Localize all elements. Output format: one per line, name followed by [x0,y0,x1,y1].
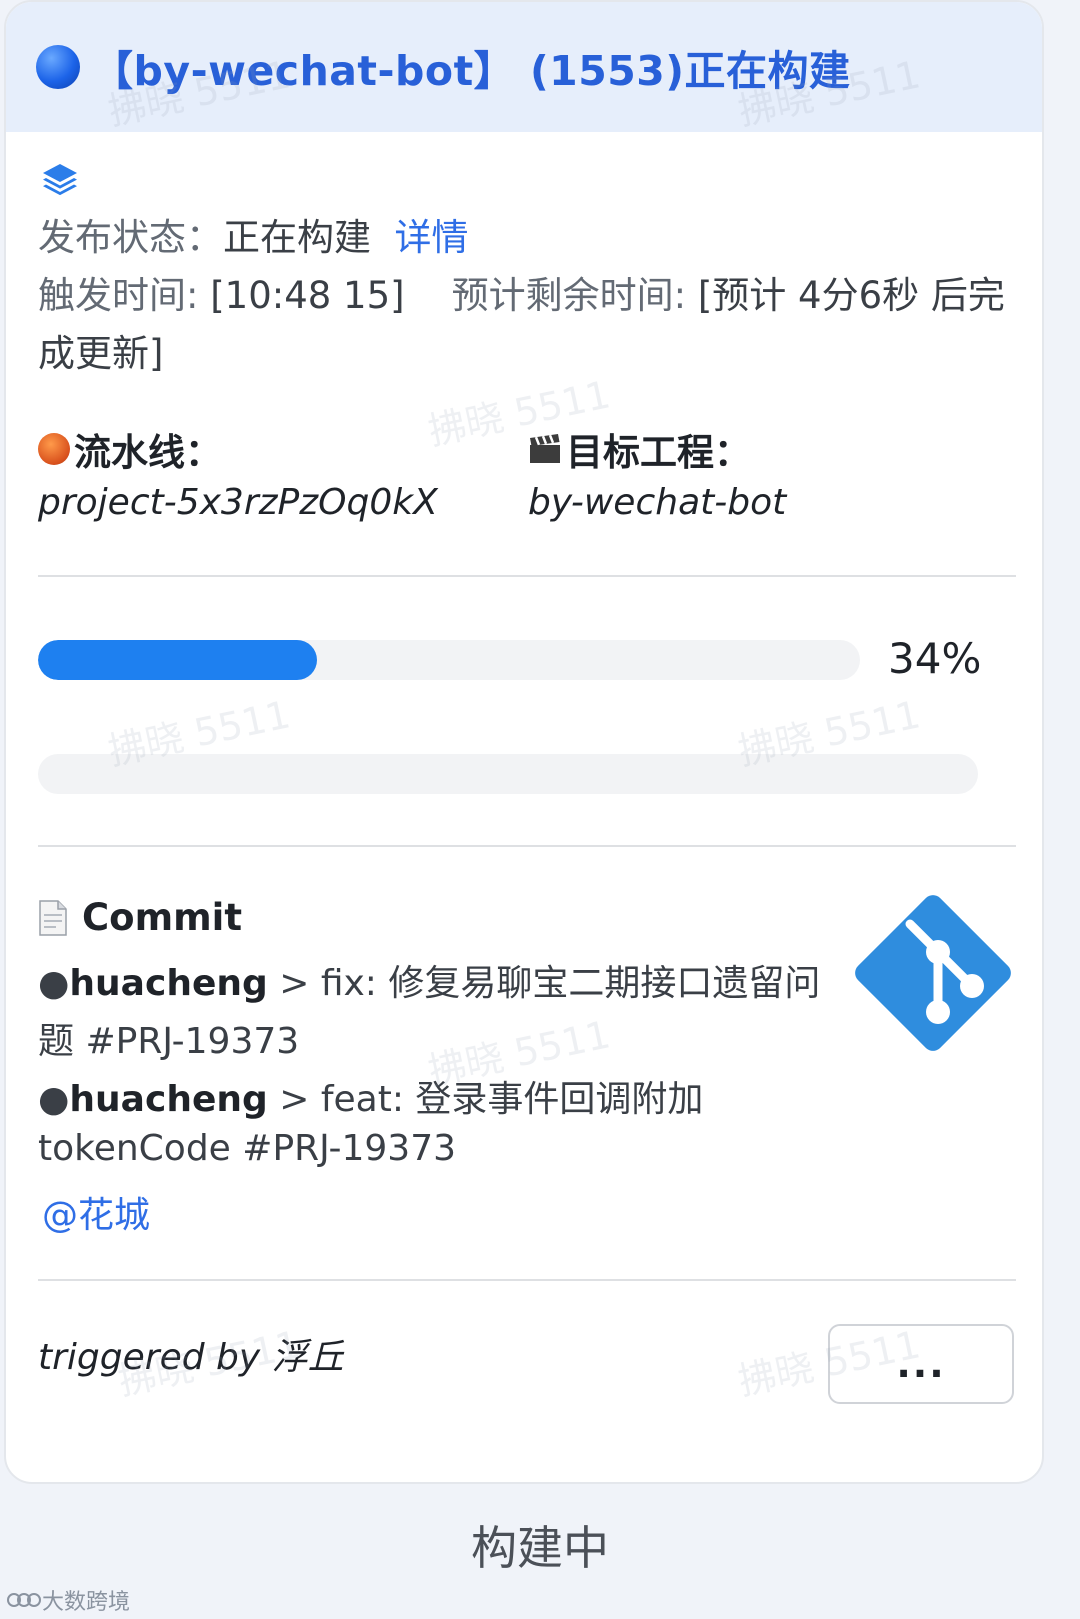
document-icon [39,899,67,936]
trigger-time-label: 触发时间: [38,274,211,317]
trigger-time-row: 触发时间: [10:48 15] 预计剩余时间: [预计 4分6秒 后完 [38,265,1005,319]
corner-brand-text: 大数跨境 [42,1590,131,1615]
triggered-by: triggered by 浮丘 [38,1337,344,1378]
card-header: 【by-wechat-bot】 (1553)正在构建 [6,2,1042,132]
commit-entry: ●huacheng > feat: 登录事件回调附加 [38,1070,703,1122]
remaining-time-label: 预计剩余时间: [451,274,698,317]
commit-bullet: ● [38,963,70,1004]
remaining-time-continued: 成更新] [38,332,164,375]
remaining-time-value: [预计 4分6秒 后完 [697,274,1005,317]
layers-icon [43,164,77,196]
publish-status-value: 正在构建 [223,216,371,259]
commit-message: fix: 修复易聊宝二期接口遗留问 [320,963,821,1004]
corner-brand: 大数跨境 [6,1584,130,1616]
build-card: 【by-wechat-bot】 (1553)正在构建 发布状态：正在构建 详情 … [4,0,1044,1484]
trigger-time-value: [10:48 15] [210,274,405,317]
commit-author: huacheng [69,963,268,1004]
pipeline-label: 流水线： [38,422,222,476]
commit-heading: Commit [38,896,242,939]
detail-link[interactable]: 详情 [395,216,469,259]
commit-message-continued: 题 #PRJ-19373 [38,1021,300,1062]
publish-status-label: 发布状态： [38,216,223,259]
target-value: by-wechat-bot [528,482,787,523]
divider [38,575,1016,577]
commit-separator: > [267,963,321,1004]
more-button[interactable]: ... [828,1324,1014,1404]
divider [38,845,1016,847]
clapper-board-icon [530,434,560,463]
progress-bar [38,640,860,680]
mention-link[interactable]: @花城 [42,1186,150,1238]
commit-message-continued: tokenCode #PRJ-19373 [38,1128,457,1169]
card-title: 【by-wechat-bot】 (1553)正在构建 [92,47,851,95]
secondary-progress-bar [38,754,978,794]
brand-logo-icon [7,1593,41,1607]
git-logo-icon [855,895,1011,1051]
commit-entry: ●huacheng > fix: 修复易聊宝二期接口遗留问 [38,954,820,1006]
commit-separator: > [267,1079,321,1120]
blue-circle-icon [36,45,80,89]
build-status-text: 构建中 [471,1521,609,1575]
publish-status-row: 发布状态：正在构建 详情 [38,207,469,261]
commit-message: feat: 登录事件回调附加 [320,1079,704,1120]
commit-author: huacheng [69,1079,268,1120]
target-label: 目标工程： [528,422,751,476]
progress-bar-fill [38,640,318,680]
commit-bullet: ● [38,1079,70,1120]
pipeline-value: project-5x3rzPzOq0kX [38,482,438,523]
yarn-ball-icon [38,433,70,465]
progress-percent: 34% [888,634,982,683]
divider [38,1279,1016,1281]
